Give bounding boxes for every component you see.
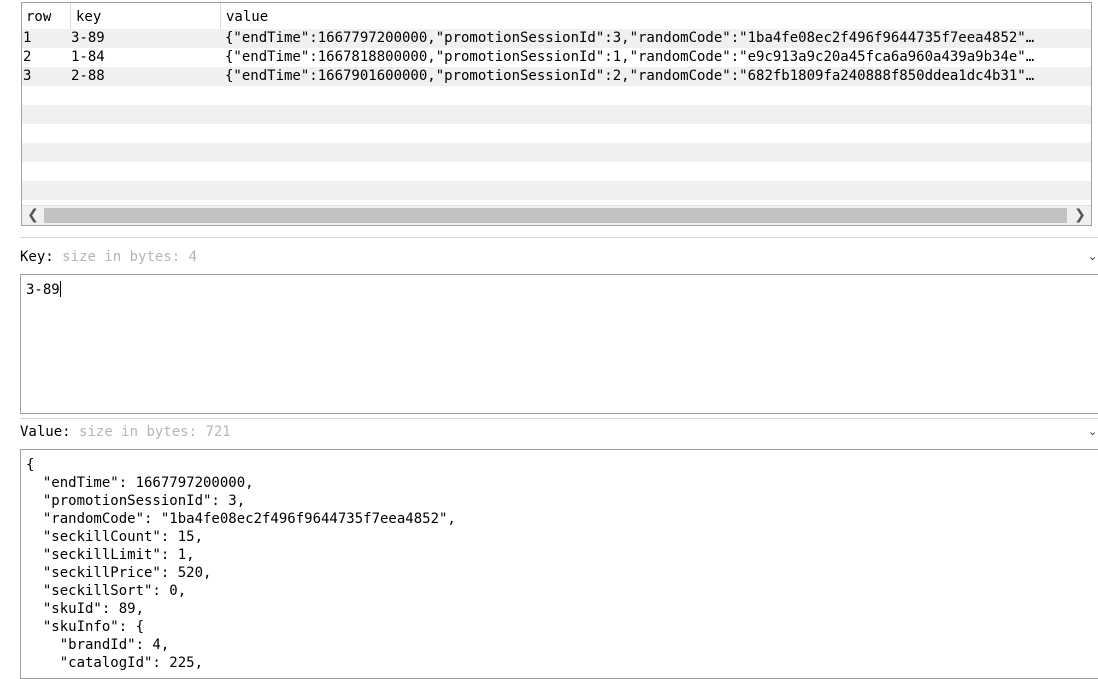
empty-row: [22, 105, 1091, 124]
chevron-left-icon[interactable]: ❮: [22, 206, 44, 225]
sort-indicator-icon: ⌄: [42, 9, 51, 20]
column-header-value[interactable]: value: [221, 3, 1091, 29]
key-value: 3-89: [26, 282, 60, 298]
table-body: 1 3-89 {"endTime":1667797200000,"promoti…: [22, 29, 1091, 200]
table-row[interactable]: 1 3-89 {"endTime":1667797200000,"promoti…: [22, 29, 1091, 48]
scrollbar-thumb[interactable]: [44, 208, 1067, 223]
column-header-value-label: value: [226, 9, 269, 25]
value-json-text[interactable]: { "endTime": 1667797200000, "promotionSe…: [26, 456, 456, 672]
key-text[interactable]: 3-89: [26, 281, 61, 299]
table-row[interactable]: 3 2-88 {"endTime":1667901600000,"promoti…: [22, 67, 1091, 86]
chevron-down-icon[interactable]: ⌄: [1088, 247, 1098, 267]
column-header-row[interactable]: row ⌄: [22, 3, 71, 29]
records-table: row ⌄ key value 1 3-89 {"endTime":166779…: [21, 2, 1092, 226]
chevron-right-icon[interactable]: ❯: [1069, 206, 1091, 225]
empty-row: [22, 181, 1091, 200]
key-editor[interactable]: 3-89: [20, 274, 1098, 414]
empty-row: [22, 124, 1091, 143]
value-label: Value:: [20, 424, 71, 440]
value-label-row: Value: size in bytes: 721 ⌄: [20, 422, 1098, 442]
column-header-key[interactable]: key: [71, 3, 221, 29]
empty-row: [22, 143, 1091, 162]
value-cell: {"endTime":1667901600000,"promotionSessi…: [225, 68, 1035, 84]
text-caret: [59, 281, 61, 297]
key-cell: 2-88: [71, 68, 105, 84]
key-label: Key:: [20, 249, 54, 265]
key-size-hint: size in bytes: 4: [62, 249, 198, 265]
empty-row: [22, 162, 1091, 181]
key-label-row: Key: size in bytes: 4 ⌄: [20, 247, 1098, 267]
section-divider: [20, 418, 1098, 419]
key-cell: 3-89: [71, 30, 105, 46]
chevron-down-icon[interactable]: ⌄: [1088, 422, 1098, 442]
value-cell: {"endTime":1667797200000,"promotionSessi…: [225, 30, 1035, 46]
empty-row: [22, 86, 1091, 105]
row-number-cell: 3: [23, 68, 32, 84]
table-row[interactable]: 2 1-84 {"endTime":1667818800000,"promoti…: [22, 48, 1091, 67]
value-size-hint: size in bytes: 721: [79, 424, 231, 440]
row-number-cell: 1: [23, 30, 32, 46]
section-divider: [20, 237, 1098, 238]
column-header-key-label: key: [76, 9, 102, 25]
table-header: row ⌄ key value: [22, 3, 1091, 30]
row-number-cell: 2: [23, 49, 32, 65]
horizontal-scrollbar[interactable]: ❮ ❯: [22, 205, 1091, 225]
value-editor[interactable]: { "endTime": 1667797200000, "promotionSe…: [20, 449, 1098, 679]
key-cell: 1-84: [71, 49, 105, 65]
value-cell: {"endTime":1667818800000,"promotionSessi…: [225, 49, 1035, 65]
